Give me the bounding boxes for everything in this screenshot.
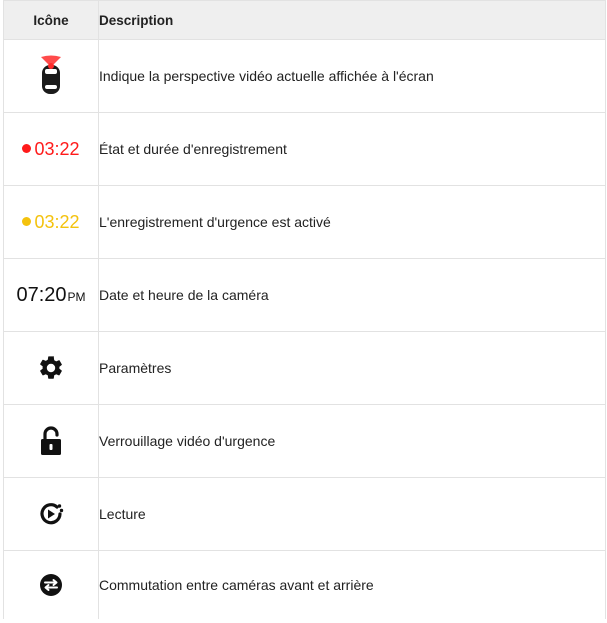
icon-cell — [3, 404, 99, 478]
icon-cell — [3, 477, 99, 551]
table-row: Paramètres — [3, 331, 606, 405]
emergency-recording-status: 03:22 — [22, 211, 80, 232]
car-top-view-icon — [38, 55, 64, 94]
table-row: Lecture — [3, 477, 606, 551]
camera-clock: 07:20PM — [16, 284, 85, 306]
playback-icon — [38, 503, 64, 525]
icon-cell — [3, 39, 99, 113]
description-cell: L'enregistrement d'urgence est activé — [98, 185, 606, 259]
recording-status: 03:22 — [22, 138, 80, 159]
header-description: Description — [98, 0, 606, 40]
table-header-row: Icône Description — [3, 0, 606, 40]
icon-cell — [3, 550, 99, 619]
table-row: 07:20PM Date et heure de la caméra — [3, 258, 606, 332]
icon-cell: 07:20PM — [3, 258, 99, 332]
table-row: Verrouillage vidéo d'urgence — [3, 404, 606, 478]
clock-time: 07:20 — [16, 283, 67, 306]
description-cell: Indique la perspective vidéo actuelle af… — [98, 39, 606, 113]
swap-arrows-icon — [39, 574, 63, 596]
description-cell: Paramètres — [98, 331, 606, 405]
icon-cell: 03:22 — [3, 185, 99, 259]
table-row: 03:22 L'enregistrement d'urgence est act… — [3, 185, 606, 259]
table-row: 03:22 État et durée d'enregistrement — [3, 112, 606, 186]
description-cell: Lecture — [98, 477, 606, 551]
icon-cell: 03:22 — [3, 112, 99, 186]
description-cell: Date et heure de la caméra — [98, 258, 606, 332]
clock-ampm: PM — [67, 289, 86, 304]
red-dot-icon — [22, 144, 32, 154]
yellow-dot-icon — [22, 217, 32, 227]
icon-description-table: Icône Description Indique la perspective… — [3, 0, 606, 619]
header-icon: Icône — [3, 0, 99, 40]
icon-cell — [3, 331, 99, 405]
gear-icon — [37, 356, 65, 379]
description-cell: Commutation entre caméras avant et arriè… — [98, 550, 606, 619]
description-cell: État et durée d'enregistrement — [98, 112, 606, 186]
recording-time: 03:22 — [34, 138, 80, 159]
description-cell: Verrouillage vidéo d'urgence — [98, 404, 606, 478]
table-row: Commutation entre caméras avant et arriè… — [3, 550, 606, 619]
lock-open-icon — [40, 426, 62, 455]
table-row: Indique la perspective vidéo actuelle af… — [3, 39, 606, 113]
emergency-recording-time: 03:22 — [34, 211, 80, 232]
